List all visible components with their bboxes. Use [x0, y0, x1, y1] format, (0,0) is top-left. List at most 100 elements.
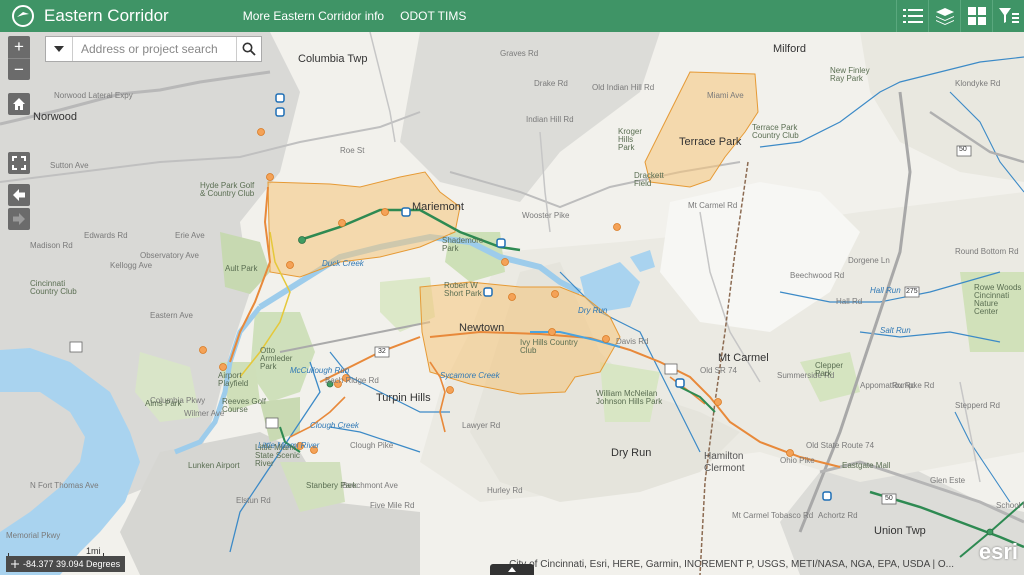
map-label-town: Milford [773, 43, 807, 55]
map-label-park: Terrace Park Country Club [752, 123, 799, 140]
map-label-town: Mt Carmel [718, 352, 769, 364]
map-label-road: Achortz Rd [818, 511, 858, 520]
map-label-road: Bach Ridge Rd [325, 376, 379, 385]
map-label-town: Norwood [33, 111, 78, 123]
caret-up-icon [508, 567, 516, 572]
map-label-road: Kellogg Ave [110, 261, 153, 270]
map-label-town: Union Twp [874, 525, 926, 537]
zoom-out-button[interactable]: − [8, 58, 30, 80]
map-label-road: Eastern Ave [150, 311, 193, 320]
map-label-water: Dry Run [578, 306, 608, 315]
map-label-road: School Rd [996, 501, 1024, 510]
map-label-park: Kroger Hills Park [618, 127, 643, 152]
map-label-water: Clough Creek [310, 421, 359, 430]
map-label-park: Drackett Field [634, 171, 664, 188]
caret-down-icon [53, 46, 64, 52]
map-label-park: Little Miami State Scenic River [255, 443, 300, 468]
app-title: Eastern Corridor [44, 6, 169, 25]
map-label-road: Miami Ave [707, 91, 744, 100]
basemap-gallery-icon[interactable] [960, 0, 992, 32]
map-label-road: Lawyer Rd [462, 421, 501, 430]
map-label-road: Round Bottom Rd [955, 247, 1019, 256]
map-label-town: Newtown [459, 322, 505, 334]
map-label-park: Lunken Airport [188, 461, 240, 470]
map-label-water: Hall Run [870, 286, 901, 295]
map-label-park: Rowe Woods Cincinnati Nature Center [974, 283, 1022, 316]
search-icon [242, 42, 256, 56]
search-input[interactable] [72, 37, 236, 61]
map-label-park: Alms Park [145, 399, 182, 408]
map-label-park: Ault Park [225, 264, 258, 273]
app: Eastern Corridor More Eastern Corridor i… [0, 0, 1024, 575]
map-label-park: Ivy Hills Country Club [520, 338, 578, 355]
app-header: Eastern Corridor More Eastern Corridor i… [0, 0, 1024, 32]
fullscreen-button[interactable] [8, 152, 30, 174]
map-label-road: Wooster Pike [522, 211, 570, 220]
map-label-road: Davis Rd [616, 337, 649, 346]
map-label-road: Clough Pike [350, 441, 394, 450]
arrow-left-icon [13, 189, 25, 201]
odot-tims-link[interactable]: ODOT TIMS [400, 9, 466, 23]
map-label-park: Airport Playfield [218, 371, 249, 388]
map-label-road: Drake Rd [534, 79, 568, 88]
map-label-road: Beechwood Rd [790, 271, 845, 280]
map-label-park: Hyde Park Golf & Country Club [200, 181, 255, 198]
map-label-road: Dorgene Ln [848, 256, 890, 265]
map-label-town: Turpin Hills [376, 392, 431, 404]
next-extent-button[interactable] [8, 208, 30, 230]
map-label-park: William McNeilan Johnson Hills Park [596, 389, 663, 406]
crosshair-icon [11, 560, 19, 568]
map-label-road: Rumpke Rd [892, 381, 935, 390]
map-label-park: Clepper Park [815, 361, 844, 378]
map-label-road: Erie Ave [175, 231, 205, 240]
map-label-road: Edwards Rd [84, 231, 128, 240]
search-source-dropdown[interactable] [46, 37, 73, 61]
esri-logo: esri [978, 539, 1018, 564]
home-button[interactable] [8, 93, 30, 115]
map-view[interactable]: Columbia Twp Norwood Mariemont Terrace P… [0, 32, 1024, 575]
map-label-road: Klondyke Rd [955, 79, 1001, 88]
map-label-road: Stepperd Rd [955, 401, 1000, 410]
map-label-town: Terrace Park [679, 136, 742, 148]
map-label-road: Hurley Rd [487, 486, 523, 495]
map-label-park: New Finley Ray Park [830, 66, 870, 83]
map-label-road: N Fort Thomas Ave [30, 481, 99, 490]
map-label-road: Sutton Ave [50, 161, 89, 170]
map-label-road: Memorial Pkwy [6, 531, 61, 540]
map-label-road: Graves Rd [500, 49, 539, 58]
search-button[interactable] [235, 37, 261, 61]
map-label-county: Hamilton [704, 451, 744, 462]
map-label-road: Five Mile Rd [370, 501, 415, 510]
filter-icon[interactable] [992, 0, 1024, 32]
map-label-road: Ohio Pike [780, 456, 815, 465]
route-shield-label: 50 [959, 146, 967, 153]
map-label-road: Old SR 74 [700, 366, 737, 375]
map-label-road: Hall Rd [836, 297, 863, 306]
zoom-in-button[interactable]: + [8, 36, 30, 58]
app-logo-icon[interactable] [8, 1, 38, 31]
coordinates-text: -84.377 39.094 Degrees [23, 559, 121, 569]
more-info-link[interactable]: More Eastern Corridor info [243, 9, 384, 23]
map-label-water: Sycamore Creek [440, 371, 500, 380]
map-label-park: Otto Armleder Park [260, 346, 293, 371]
previous-extent-button[interactable] [8, 184, 30, 206]
map-label-town: Columbia Twp [298, 53, 368, 65]
expand-panel-tab[interactable] [490, 564, 534, 575]
route-shield-label: 50 [885, 495, 893, 502]
coordinate-readout[interactable]: -84.377 39.094 Degrees [6, 556, 126, 572]
map-label-park: Shademore Park [442, 236, 484, 253]
home-icon [13, 98, 25, 110]
list-icon[interactable] [896, 0, 928, 32]
map-label-park: Reeves Golf Course [222, 397, 267, 414]
map-label-road: Observatory Ave [140, 251, 199, 260]
map-label-road: Glen Este [930, 476, 966, 485]
layers-icon[interactable] [928, 0, 960, 32]
map-label-road: Roe St [340, 146, 365, 155]
map-label-road: Wilmer Ave [184, 409, 225, 418]
map-label-park: Robert W Short Park [444, 281, 482, 298]
map-label-road: Madison Rd [30, 241, 73, 250]
route-shield-label: 32 [378, 348, 386, 355]
route-shield-label: 275 [906, 288, 918, 295]
map-label-road: Elstun Rd [236, 496, 271, 505]
map-label-park: Cincinnati Country Club [30, 279, 77, 296]
